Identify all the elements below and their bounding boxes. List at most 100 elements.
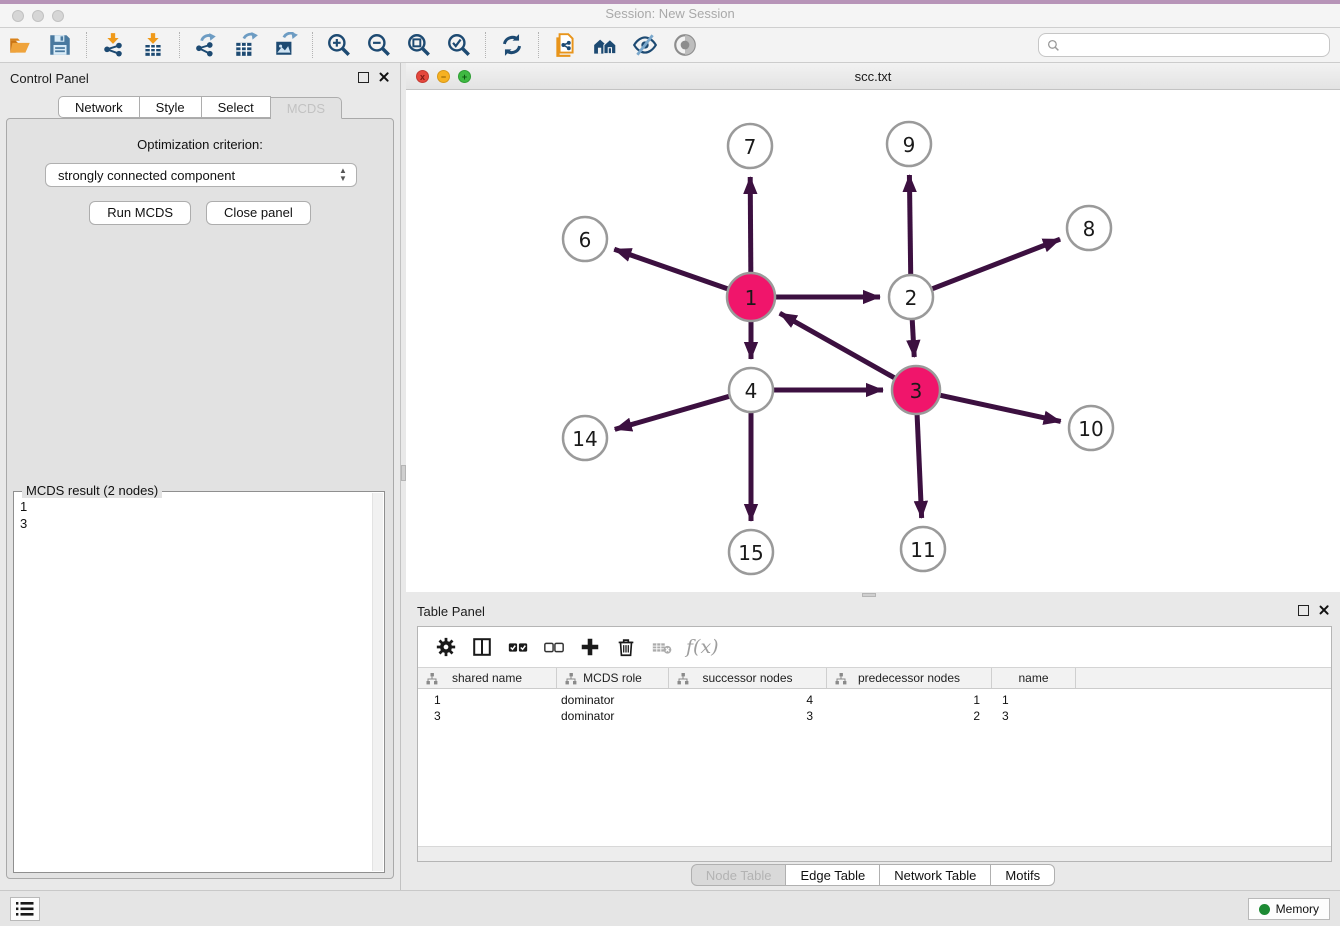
memory-button[interactable]: Memory [1248,898,1330,920]
import-table-button[interactable] [133,30,173,60]
graph-node-label: 14 [572,427,597,451]
import-network-icon [100,32,126,58]
control-panel-title: Control Panel [10,71,89,86]
deselect-all-button[interactable] [536,632,572,662]
tab-mcds[interactable]: MCDS [271,97,342,119]
close-panel-icon[interactable] [378,71,390,83]
table-panel-title: Table Panel [417,604,485,619]
column-header-shared-name[interactable]: shared name [418,668,557,688]
tree-icon [426,673,438,685]
select-all-button[interactable] [500,632,536,662]
graph-edge-1-6[interactable] [614,249,730,290]
graph-node-7[interactable]: 7 [728,124,772,168]
close-panel-icon[interactable] [1318,604,1330,616]
checked-boxes-icon [507,636,529,658]
tab-select[interactable]: Select [202,96,271,118]
export-table-button[interactable] [226,30,266,60]
graph-node-10[interactable]: 10 [1069,406,1113,450]
zoom-out-button[interactable] [359,30,399,60]
clone-network-button[interactable] [545,30,585,60]
open-session-button[interactable] [0,30,40,60]
zoom-selected-button[interactable] [439,30,479,60]
hide-eye-icon [632,32,658,58]
float-panel-icon[interactable] [1298,605,1309,616]
add-column-button[interactable] [572,632,608,662]
graph-edge-3-11[interactable] [917,412,922,518]
toolbar-separator [538,32,539,58]
apply-layout-button[interactable] [492,30,532,60]
search-input[interactable] [1066,38,1321,52]
save-session-button[interactable] [40,30,80,60]
divider-handle[interactable] [862,593,876,597]
column-header-name[interactable]: name [992,668,1076,688]
table-row[interactable]: 1 dominator 4 1 1 [418,692,1331,708]
run-mcds-button[interactable]: Run MCDS [89,201,191,225]
export-network-button[interactable] [186,30,226,60]
table-settings-button[interactable] [428,632,464,662]
table-row[interactable]: 3 dominator 3 2 3 [418,708,1331,724]
tab-node-table[interactable]: Node Table [691,864,787,886]
apply-function-button[interactable]: f(x) [686,636,719,658]
first-neighbors-button[interactable] [585,30,625,60]
show-all-button[interactable] [665,30,705,60]
zoom-fit-button[interactable] [399,30,439,60]
tab-edge-table[interactable]: Edge Table [786,864,880,886]
titlebar-accent [0,0,1340,4]
clone-network-icon [552,32,578,58]
graph-node-9[interactable]: 9 [887,122,931,166]
table-horizontal-scrollbar[interactable] [418,846,1331,861]
result-scrollbar[interactable] [372,493,383,871]
graph-edge-2-9[interactable] [909,175,910,277]
close-panel-button[interactable]: Close panel [206,201,311,225]
task-history-button[interactable] [10,897,40,921]
zoom-selected-icon [446,32,472,58]
graph-edge-2-8[interactable] [930,239,1060,290]
network-window-titlebar[interactable]: x − + scc.txt [406,63,1340,90]
graph-edge-4-14[interactable] [615,396,732,430]
control-panel-tabs: Network Style Select MCDS [0,96,400,118]
houses-icon [592,32,618,58]
export-image-button[interactable] [266,30,306,60]
tab-network[interactable]: Network [58,96,140,118]
delete-column-button[interactable] [608,632,644,662]
mcds-result-box[interactable]: MCDS result (2 nodes) 1 3 [13,491,385,873]
tab-network-table[interactable]: Network Table [880,864,991,886]
graph-edge-3-10[interactable] [937,395,1060,422]
toolbar-separator [312,32,313,58]
network-canvas[interactable]: 1 2 3 4 6 7 8 9 10 11 14 15 [406,90,1340,592]
graph-node-label: 6 [579,228,592,252]
graph-node-1[interactable]: 1 [727,273,775,321]
graph-node-8[interactable]: 8 [1067,206,1111,250]
list-icon [16,902,34,916]
graph-node-label: 8 [1083,217,1096,241]
column-header-predecessor-nodes[interactable]: predecessor nodes [827,668,992,688]
graph-node-15[interactable]: 15 [729,530,773,574]
graph-node-6[interactable]: 6 [563,217,607,261]
zoom-in-icon [326,32,352,58]
tab-style[interactable]: Style [140,96,202,118]
graph-node-4[interactable]: 4 [729,368,773,412]
graph-edge-3-1[interactable] [780,313,897,379]
mcds-result-title: MCDS result (2 nodes) [22,483,162,498]
table-panel: Table Panel [406,598,1340,890]
show-column-panel-button[interactable] [464,632,500,662]
graph-node-11[interactable]: 11 [901,527,945,571]
graph-node-2[interactable]: 2 [889,275,933,319]
hide-selected-button[interactable] [625,30,665,60]
tab-motifs[interactable]: Motifs [991,864,1055,886]
zoom-in-button[interactable] [319,30,359,60]
unchecked-boxes-icon [543,636,565,658]
column-header-successor-nodes[interactable]: successor nodes [669,668,827,688]
criterion-select[interactable]: strongly connected component ▲▼ [45,163,357,187]
window-title: Session: New Session [0,6,1340,21]
graph-node-3[interactable]: 3 [892,366,940,414]
graph-node-14[interactable]: 14 [563,416,607,460]
graph-edge-1-7[interactable] [750,177,751,275]
global-search[interactable] [1038,33,1330,57]
float-panel-icon[interactable] [358,72,369,83]
column-header-mcds-role[interactable]: MCDS role [557,668,669,688]
import-network-button[interactable] [93,30,133,60]
memory-status-icon [1259,904,1270,915]
delete-table-button[interactable] [644,632,680,662]
graph-edge-2-3[interactable] [912,317,914,357]
